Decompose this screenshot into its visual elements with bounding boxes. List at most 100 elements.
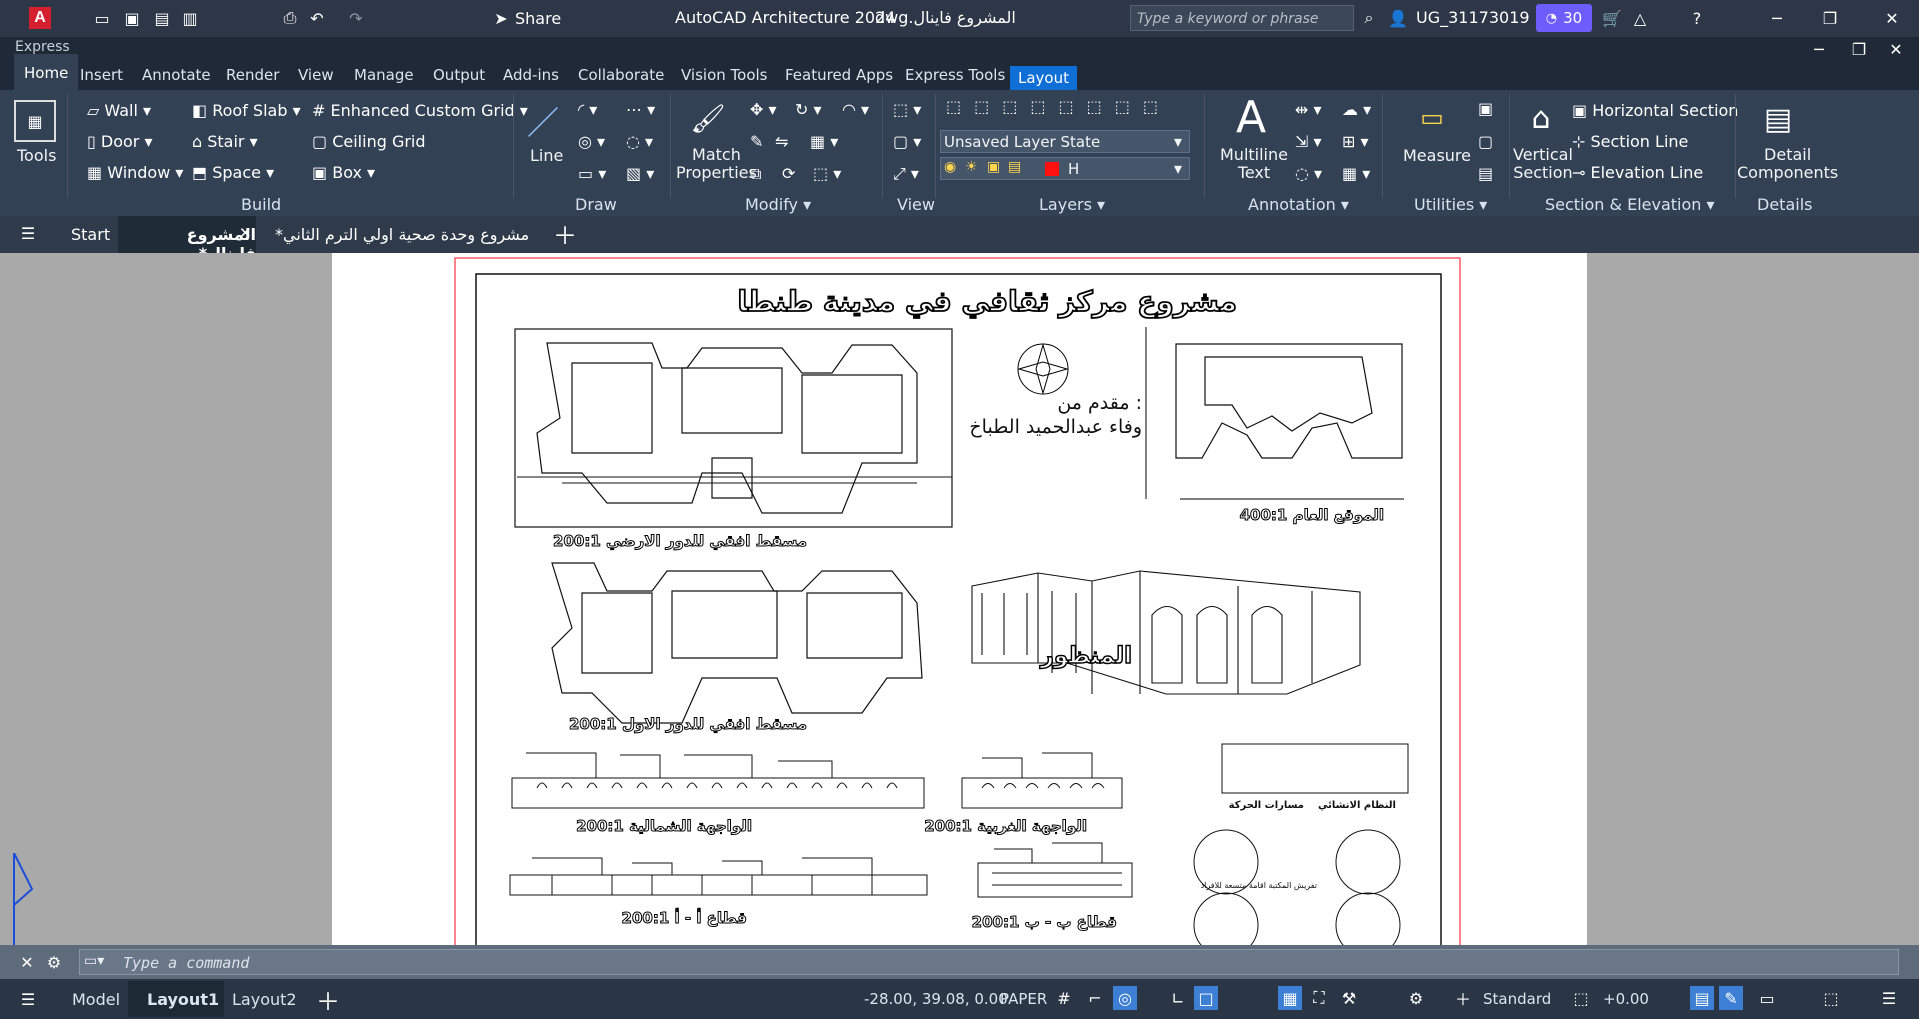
tab-layout[interactable]: Layout bbox=[1010, 66, 1077, 90]
copy-icon[interactable]: ⧉ bbox=[750, 164, 761, 184]
leader-icon[interactable]: ◌ ▾ bbox=[1295, 164, 1322, 183]
detail-components-icon[interactable]: ▤ bbox=[1756, 97, 1800, 141]
utility-icon-1[interactable]: ▣ bbox=[1478, 99, 1493, 118]
section-panel-label[interactable]: Section & Elevation ▾ bbox=[1545, 195, 1715, 214]
lineweight-icon[interactable]: ▦ bbox=[1278, 986, 1302, 1010]
tab-manage[interactable]: Manage bbox=[354, 66, 414, 84]
second-file-tab[interactable]: مشروع وحدة صحية اولي الترم الثاني* bbox=[275, 225, 529, 244]
layer-state-dropdown[interactable]: Unsaved Layer State ▾ bbox=[940, 130, 1190, 153]
tab-vision-tools[interactable]: Vision Tools bbox=[681, 66, 767, 84]
close-icon[interactable]: ✕ bbox=[1880, 8, 1904, 28]
enhanced-grid-button[interactable]: # Enhanced Custom Grid ▾ bbox=[312, 101, 528, 120]
tag-icon[interactable]: ⇲ ▾ bbox=[1295, 132, 1322, 151]
tab-express-tools[interactable]: Express Tools bbox=[905, 66, 1005, 84]
wall-button[interactable]: ▱ Wall ▾ bbox=[87, 101, 151, 120]
rectangle-icon[interactable]: ▭ ▾ bbox=[578, 164, 606, 183]
multiline-text-label[interactable]: Multiline Text bbox=[1220, 146, 1288, 182]
line-label[interactable]: Line bbox=[530, 146, 563, 165]
match-properties-label[interactable]: Match Properties bbox=[676, 146, 757, 182]
scale-dropdown[interactable]: Standard bbox=[1483, 990, 1551, 1008]
mirror-icon[interactable]: ⇋ bbox=[775, 132, 788, 151]
layer-tools-row[interactable]: ⬚⬚⬚⬚⬚⬚⬚⬚ bbox=[946, 97, 1171, 116]
doc-restore-icon[interactable]: ❐ bbox=[1848, 38, 1870, 60]
window-tile-icon[interactable]: ▢ ▾ bbox=[893, 132, 921, 151]
utilities-panel-label[interactable]: Utilities ▾ bbox=[1414, 195, 1487, 214]
status-menu-icon[interactable]: ☰ bbox=[16, 987, 40, 1011]
measure-icon[interactable]: ▭ bbox=[1410, 102, 1454, 132]
snap-mode-icon[interactable]: ⌐ bbox=[1084, 987, 1106, 1009]
command-close-icon[interactable]: ✕ bbox=[16, 951, 38, 973]
horizontal-section-button[interactable]: ▣ Horizontal Section bbox=[1572, 101, 1738, 120]
dimension-icon[interactable]: ⇹ ▾ bbox=[1295, 100, 1322, 119]
draw-panel-label[interactable]: Draw bbox=[575, 195, 617, 214]
roof-slab-button[interactable]: ◧ Roof Slab ▾ bbox=[192, 101, 301, 120]
command-wrench-icon[interactable]: ⚙ bbox=[43, 951, 65, 973]
layers-panel-label[interactable]: Layers ▾ bbox=[1039, 195, 1105, 214]
utility-icon-3[interactable]: ▤ bbox=[1478, 164, 1493, 183]
command-input[interactable]: ▭▾ Type a command bbox=[79, 949, 1899, 975]
rotate-icon[interactable]: ↻ ▾ bbox=[795, 100, 822, 119]
isolate-icon[interactable]: ✎ bbox=[1719, 986, 1743, 1010]
selection-icon[interactable]: ⛶ bbox=[1308, 987, 1330, 1009]
modify-panel-label[interactable]: Modify ▾ bbox=[745, 195, 811, 214]
tools-label[interactable]: Tools bbox=[17, 146, 56, 165]
move-icon[interactable]: ✥ ▾ bbox=[750, 100, 777, 119]
table-icon[interactable]: ▦ ▾ bbox=[1342, 164, 1370, 183]
doc-minimize-icon[interactable]: ─ bbox=[1808, 38, 1830, 60]
maximize-icon[interactable]: ❐ bbox=[1818, 8, 1842, 28]
save-icon[interactable]: ▤ bbox=[150, 6, 174, 30]
paper-sheet[interactable]: مشروع مركز ثقافي في مدينة طنطا مقدم من :… bbox=[332, 253, 1587, 986]
keynote-icon[interactable]: ⊞ ▾ bbox=[1342, 132, 1369, 151]
annotation-panel-label[interactable]: Annotation ▾ bbox=[1248, 195, 1349, 214]
polar-tracking-icon[interactable]: ◎ bbox=[1113, 986, 1137, 1010]
stair-button[interactable]: ⌂ Stair ▾ bbox=[192, 132, 258, 151]
doc-close-icon[interactable]: ✕ bbox=[1885, 38, 1907, 60]
utility-icon-2[interactable]: ▢ bbox=[1478, 132, 1493, 151]
user-icon[interactable]: 👤 bbox=[1387, 6, 1409, 30]
vertical-section-icon[interactable]: ⌂ bbox=[1520, 98, 1562, 138]
app-menu-icon[interactable]: A bbox=[16, 5, 64, 31]
arc-icon[interactable]: ◜ ▾ bbox=[578, 100, 597, 119]
section-line-button[interactable]: ⊹ Section Line bbox=[1572, 132, 1688, 151]
hatch-icon[interactable]: ▧ ▾ bbox=[626, 164, 654, 183]
ortho-icon[interactable]: ∟ bbox=[1167, 987, 1189, 1009]
scale-icon[interactable]: ⬚ ▾ bbox=[813, 164, 841, 183]
minimize-icon[interactable]: ─ bbox=[1765, 8, 1789, 28]
canvas-area[interactable]: مشروع مركز ثقافي في مدينة طنطا مقدم من :… bbox=[0, 253, 1919, 986]
start-tab[interactable]: Start bbox=[71, 225, 110, 244]
active-file-tab[interactable]: المشروع فاينال* ✕ bbox=[118, 216, 256, 263]
cube-icon[interactable]: ⬚ ▾ bbox=[893, 100, 921, 119]
time-badge[interactable]: ◔ 30 bbox=[1536, 4, 1592, 32]
open-icon[interactable]: ▣ bbox=[120, 6, 144, 30]
plot-icon[interactable]: ⎙ bbox=[278, 6, 302, 30]
dots-icon[interactable]: ⋯ ▾ bbox=[626, 100, 655, 119]
view-panel-label[interactable]: View bbox=[897, 195, 935, 214]
fullscreen-icon[interactable]: ▭ bbox=[1756, 987, 1778, 1009]
settings-icon[interactable]: ⚙ bbox=[1405, 987, 1427, 1009]
window-button[interactable]: ▦ Window ▾ bbox=[87, 163, 183, 182]
tools-icon[interactable]: ▦ bbox=[14, 100, 56, 142]
tab-add-ins[interactable]: Add-ins bbox=[503, 66, 559, 84]
tab-featured-apps[interactable]: Featured Apps bbox=[785, 66, 893, 84]
new-icon[interactable]: ▭ bbox=[90, 6, 114, 30]
multiline-text-icon[interactable]: A bbox=[1231, 90, 1271, 144]
ceiling-grid-button[interactable]: ▢ Ceiling Grid bbox=[312, 132, 426, 151]
tab-insert[interactable]: Insert bbox=[80, 66, 123, 84]
model-tab[interactable]: Model bbox=[72, 990, 120, 1009]
build-panel-label[interactable]: Build bbox=[241, 195, 281, 214]
space-button[interactable]: ⬒ Space ▾ bbox=[192, 163, 274, 182]
circle-icon[interactable]: ◎ ▾ bbox=[578, 132, 605, 151]
paper-toggle[interactable]: PAPER bbox=[1000, 990, 1047, 1008]
tab-output[interactable]: Output bbox=[433, 66, 485, 84]
line-icon[interactable]: ／ bbox=[522, 98, 564, 143]
user-id[interactable]: UG_31173019 bbox=[1416, 8, 1530, 27]
annotation-scale-icon[interactable]: ⚒ bbox=[1338, 987, 1360, 1009]
workspace-icon[interactable]: ▤ bbox=[1690, 986, 1714, 1010]
match-properties-icon[interactable]: 🖌 bbox=[688, 98, 728, 138]
search-icon[interactable]: ⌕ bbox=[1358, 6, 1380, 30]
tab-view[interactable]: View bbox=[298, 66, 334, 84]
undo-icon[interactable]: ↶ bbox=[305, 6, 329, 30]
tab-render[interactable]: Render bbox=[226, 66, 279, 84]
fillet-icon[interactable]: ◠ ▾ bbox=[842, 100, 869, 119]
array-icon[interactable]: ▦ ▾ bbox=[810, 132, 838, 151]
